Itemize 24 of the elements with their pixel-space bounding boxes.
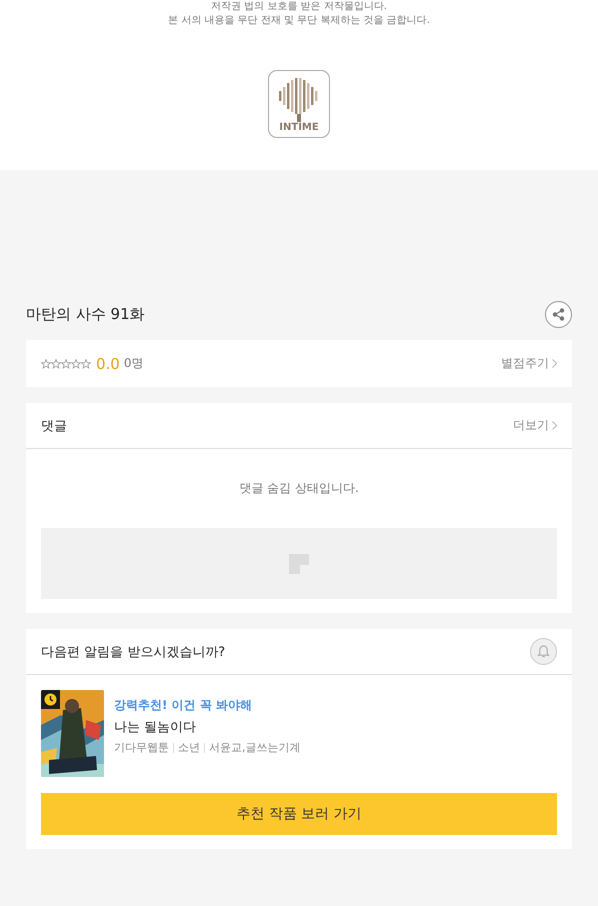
episode-title: 마탄의 사수 91화 bbox=[26, 304, 145, 324]
recommended-title: 나는 될놈이다 bbox=[114, 719, 198, 736]
rate-link[interactable]: 별점주기 bbox=[501, 355, 557, 372]
bell-icon bbox=[537, 644, 550, 659]
share-icon bbox=[552, 308, 565, 320]
copyright-notice: 본 서의 내용을 무단 전재 및 무단 복제하는 것을 금합니다. bbox=[168, 14, 430, 28]
logo-text: INTIME bbox=[279, 122, 319, 133]
recommendation-button[interactable]: 추천 작품 보러 가기 bbox=[41, 793, 557, 835]
comments-heading: 댓글 bbox=[41, 418, 67, 434]
notification-question: 다음편 알림을 받으시겠습니까? bbox=[41, 644, 226, 660]
work-meta: 기다무웹툰 bbox=[114, 740, 169, 755]
hidden-comments-message: 댓글 숨김 상태입니다. bbox=[238, 480, 360, 497]
chevron-icon bbox=[552, 421, 557, 430]
rating-count: 0명 bbox=[124, 355, 144, 372]
copyright-notice: 저작권 법의 보호를 받은 저작물입니다. bbox=[211, 0, 387, 14]
work-meta: 소년 bbox=[178, 740, 200, 755]
bell-button[interactable] bbox=[530, 638, 557, 665]
more-link[interactable]: 더보기 bbox=[513, 417, 557, 434]
recommendation-tagline: 강력추천! 이건 꼭 봐야해 bbox=[114, 697, 254, 714]
clock-icon bbox=[41, 690, 60, 709]
share-button[interactable] bbox=[545, 300, 572, 328]
chevron-icon bbox=[552, 359, 557, 368]
rating-score: 0.0 bbox=[96, 354, 120, 372]
work-meta: 서윤교,글쓰는기계 bbox=[209, 740, 300, 755]
